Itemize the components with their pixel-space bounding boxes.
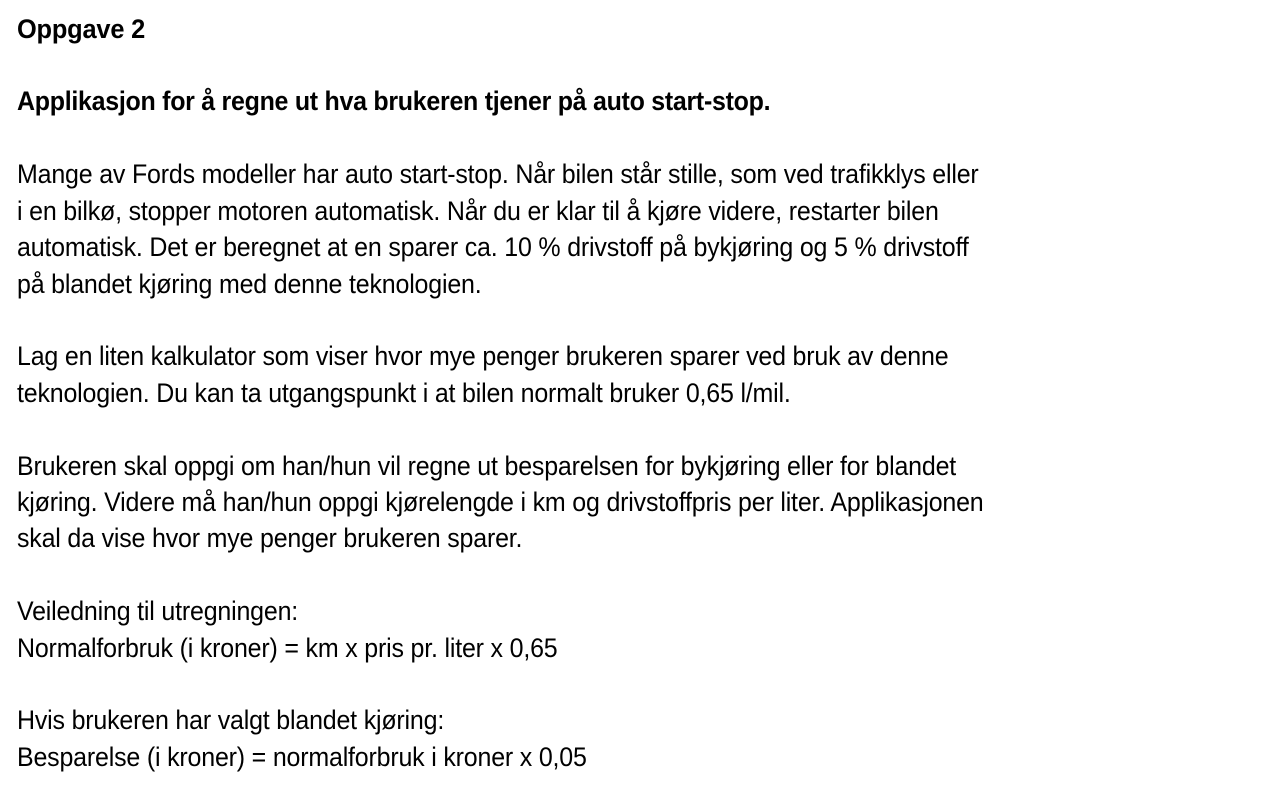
document-page: Oppgave 2 Applikasjon for å regne ut hva…: [17, 10, 1252, 775]
paragraph-line: skal da vise hvor mye penger brukeren sp…: [17, 523, 523, 554]
page-title: Oppgave 2: [17, 14, 146, 44]
paragraph-line: på blandet kjøring med denne teknologien…: [17, 268, 482, 299]
paragraph-line: Lag en liten kalkulator som viser hvor m…: [17, 341, 949, 372]
paragraph-line: Mange av Fords modeller har auto start-s…: [17, 159, 979, 190]
formula-line: Normalforbruk (i kroner) = km x pris pr.…: [17, 632, 558, 663]
paragraph-intro: Mange av Fords modeller har auto start-s…: [17, 156, 1252, 302]
paragraph-line: Brukeren skal oppgi om han/hun vil regne…: [17, 450, 957, 481]
paragraph-line: Hvis brukeren har valgt blandet kjøring:: [17, 705, 445, 736]
paragraph-task: Lag en liten kalkulator som viser hvor m…: [17, 338, 1252, 411]
paragraph-input-requirements: Brukeren skal oppgi om han/hun vil regne…: [17, 448, 1252, 557]
paragraph-guidance: Veiledning til utregningen: Normalforbru…: [17, 593, 1252, 666]
formula-line: Besparelse (i kroner) = normalforbruk i …: [17, 741, 587, 772]
paragraph-mixed-driving: Hvis brukeren har valgt blandet kjøring:…: [17, 702, 1252, 775]
paragraph-line: teknologien. Du kan ta utgangspunkt i at…: [17, 377, 791, 408]
paragraph-line: kjøring. Videre må han/hun oppgi kjørele…: [17, 487, 984, 518]
paragraph-line: i en bilkø, stopper motoren automatisk. …: [17, 195, 939, 226]
paragraph-line: automatisk. Det er beregnet at en sparer…: [17, 232, 969, 263]
paragraph-line: Veiledning til utregningen:: [17, 596, 299, 627]
page-subtitle: Applikasjon for å regne ut hva brukeren …: [17, 86, 771, 116]
